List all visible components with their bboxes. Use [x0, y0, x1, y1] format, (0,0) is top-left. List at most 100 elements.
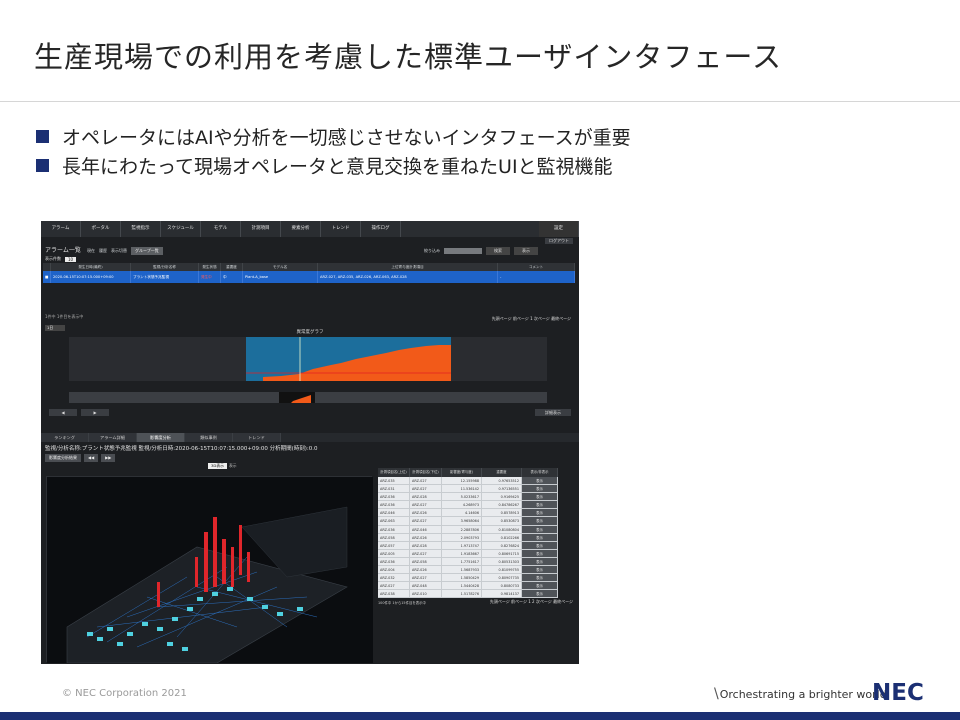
show-toggle-button[interactable]: 表示 — [522, 557, 558, 567]
table-row[interactable]: ARZ-063 ARZ-027 3.9658064 0.8530873 表示 — [378, 517, 574, 526]
tab-similar-cases[interactable]: 類似事例 — [185, 433, 233, 442]
table-cell: ARZ-026 — [410, 533, 442, 542]
table-row[interactable]: ARZ-036 ARZ-058 1.7751617 0.80531303 表示 — [378, 557, 574, 567]
table-row[interactable]: ARZ-036 ARZ-027 4.268973 0.84786267 表示 — [378, 501, 574, 510]
show-toggle-button[interactable]: 表示 — [522, 493, 558, 502]
nav-tab-settings[interactable]: 設定 — [539, 221, 579, 237]
filter-current[interactable]: 現在 — [87, 248, 95, 254]
table-row[interactable]: ARZ-032 ARZ-027 1.5850429 0.80907735 表示 — [378, 574, 574, 583]
table-row[interactable]: ARZ-027 ARZ-048 1.5440428 0.8080733 表示 — [378, 582, 574, 591]
col-header[interactable]: 監視/分析名称 — [131, 263, 199, 271]
table-cell: ARZ-057 — [378, 541, 410, 550]
show-toggle-button[interactable]: 表示 — [522, 590, 558, 599]
show-toggle-button[interactable]: 表示 — [522, 501, 558, 510]
next-button[interactable]: ▶ — [81, 409, 109, 416]
table-cell: ARZ-027 — [410, 485, 442, 494]
table-row[interactable]: ARZ-038 ARZ-010 1.5178276 0.9814137 表示 — [378, 590, 574, 599]
nav-tab-analysis[interactable]: 要素分析 — [281, 221, 321, 237]
col-header[interactable]: 計測項目名(下位) — [410, 468, 442, 477]
table-row[interactable]: ARZ-058 ARZ-026 2.0903793 0.8102266 表示 — [378, 533, 574, 542]
cell-name[interactable]: プラント状態予兆監視 — [131, 271, 199, 283]
table-cell: 2.2887806 — [442, 525, 482, 534]
nav-tab-measure[interactable]: 計測項目 — [241, 221, 281, 237]
show-toggle-button[interactable]: 表示 — [522, 566, 558, 575]
col-header[interactable]: 表示/非表示 — [522, 468, 558, 477]
logout-button[interactable]: ログアウト — [545, 238, 573, 244]
table-row[interactable]: ARZ-035 ARZ-027 12.155988 0.97653512 表示 — [378, 477, 574, 486]
table-pagination[interactable]: 先頭ページ 前ページ 1 2 次ページ 最終ページ — [490, 599, 573, 605]
show-toggle-button[interactable]: 表示 — [522, 477, 558, 486]
col-header[interactable]: モデル名 — [243, 263, 318, 271]
show-toggle-button[interactable]: 表示 — [522, 509, 558, 518]
table-cell: ARZ-063 — [378, 517, 410, 526]
show-toggle-button[interactable]: 表示 — [522, 525, 558, 534]
table-cell: 0.9814137 — [482, 590, 522, 599]
nav-tab-schedule[interactable]: スケジュール — [161, 221, 201, 237]
filter-history[interactable]: 履歴 — [99, 248, 107, 254]
col-header[interactable]: コメント — [498, 263, 575, 271]
col-header[interactable]: 重要度 — [221, 263, 243, 271]
rewind-button[interactable]: ◀◀ — [84, 454, 99, 462]
row-checkbox[interactable]: ■ — [43, 271, 51, 283]
tab-impact-analysis[interactable]: 影響度分析 — [137, 433, 185, 442]
col-header[interactable]: 発生日時(最終) — [51, 263, 131, 271]
col-header[interactable]: 重要度 — [482, 468, 522, 477]
nav-tab-model[interactable]: モデル — [201, 221, 241, 237]
table-row[interactable]: ARZ-057 ARZ-028 1.9713747 0.8276824 表示 — [378, 541, 574, 550]
filter-toggle[interactable]: 表示切替 — [111, 248, 127, 254]
tab-ranking[interactable]: ランキング — [41, 433, 89, 442]
col-header[interactable]: 上位寄与度計測項目 — [318, 263, 498, 271]
search-input[interactable] — [444, 248, 482, 254]
table-cell: 0.8080733 — [482, 582, 522, 591]
prev-button[interactable]: ◀ — [49, 409, 77, 416]
show-toggle-button[interactable]: 表示 — [522, 485, 558, 494]
square-bullet-icon — [36, 130, 49, 143]
show-toggle-button[interactable]: 表示 — [522, 517, 558, 526]
bullet-item: 長年にわたって現場オペレータと意見交換を重ねたUIと監視機能 — [36, 151, 631, 180]
table-cell: ARZ-004 — [378, 566, 410, 575]
pagination[interactable]: 先頭ページ 前ページ 1 次ページ 最終ページ — [492, 316, 571, 322]
tab-trend[interactable]: トレンド — [233, 433, 281, 442]
tab-alarm-detail[interactable]: アラーム詳細 — [89, 433, 137, 442]
view-mode-button[interactable]: 表示 — [229, 463, 237, 469]
nav-tab-trend[interactable]: トレンド — [321, 221, 361, 237]
group-list-button[interactable]: グループ一覧 — [131, 247, 163, 255]
display-button[interactable]: 表示 — [514, 247, 538, 255]
show-toggle-button[interactable]: 表示 — [522, 541, 558, 550]
table-row[interactable]: ARZ-036 ARZ-028 5.0233617 0.9169425 表示 — [378, 493, 574, 502]
table-row[interactable]: ARZ-036 ARZ-046 2.2887806 0.81080804 表示 — [378, 525, 574, 534]
show-toggle-button[interactable]: 表示 — [522, 582, 558, 591]
view-mode-select[interactable]: 3D表示 — [208, 463, 227, 469]
show-toggle-button[interactable]: 表示 — [522, 549, 558, 558]
table-row[interactable]: ARZ-004 ARZ-026 1.5687933 0.81099755 表示 — [378, 566, 574, 575]
nav-tab-monitor[interactable]: 監視指示 — [121, 221, 161, 237]
alarm-list-title: アラーム一覧 — [45, 247, 81, 254]
col-header[interactable]: 計測項目名(上位) — [378, 468, 410, 477]
forward-button[interactable]: ▶▶ — [101, 454, 116, 462]
count-row: 表示件数 10 — [45, 256, 77, 262]
show-toggle-button[interactable]: 表示 — [522, 533, 558, 542]
nav-tab-portal[interactable]: ポータル — [81, 221, 121, 237]
col-header[interactable]: 発生状態 — [199, 263, 221, 271]
table-row[interactable]: ■ 2020-06-15T10:07:15.000+09:00 プラント状態予兆… — [43, 271, 575, 283]
tagline-text: Orchestrating a brighter world — [719, 688, 887, 701]
cell-model: Plant-A_base — [243, 271, 318, 283]
count-label: 表示件数 — [45, 256, 61, 261]
table-cell: 0.8578913 — [482, 509, 522, 518]
search-button[interactable]: 検索 — [486, 247, 510, 255]
network-3d-view[interactable] — [46, 476, 373, 664]
impact-result-button[interactable]: 影響度分析結果 — [45, 454, 81, 462]
count-select[interactable]: 10 — [65, 256, 77, 262]
table-row[interactable]: ARZ-031 ARZ-027 11.536142 0.97136551 表示 — [378, 485, 574, 494]
col-header[interactable]: 影響度(寄与度) — [442, 468, 482, 477]
app-screenshot: アラーム ポータル 監視指示 スケジュール モデル 計測項目 要素分析 トレンド… — [41, 221, 579, 664]
nav-tab-oplog[interactable]: 操作ログ — [361, 221, 401, 237]
table-cell: 3.9658064 — [442, 517, 482, 526]
nav-tab-alarm[interactable]: アラーム — [41, 221, 81, 237]
table-cell: ARZ-027 — [410, 477, 442, 486]
table-row[interactable]: ARZ-046 ARZ-026 4.14606 0.8578913 表示 — [378, 509, 574, 518]
title-divider — [0, 101, 960, 102]
table-row[interactable]: ARZ-005 ARZ-027 1.9183667 0.80691715 表示 — [378, 549, 574, 558]
detail-button[interactable]: 詳細表示 — [535, 409, 571, 416]
show-toggle-button[interactable]: 表示 — [522, 574, 558, 583]
